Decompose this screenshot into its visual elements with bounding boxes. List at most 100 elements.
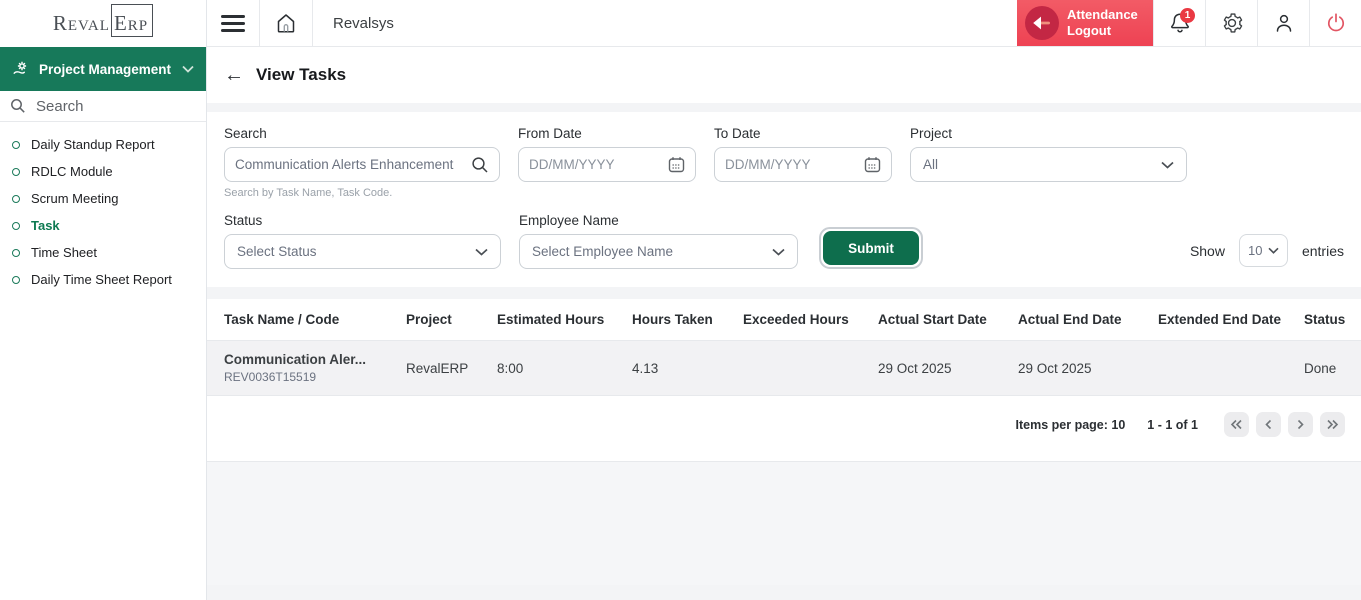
cell-project: RevalERP	[406, 361, 497, 376]
submit-button-ring: Submit	[819, 227, 923, 269]
menu-toggle-button[interactable]	[207, 0, 260, 46]
col-exceeded-hours: Exceeded Hours	[743, 312, 878, 327]
col-task-name-code: Task Name / Code	[224, 312, 406, 327]
sidebar-item-label: Scrum Meeting	[31, 191, 118, 206]
pagination-range: 1 - 1 of 1	[1147, 418, 1198, 432]
calendar-icon[interactable]	[864, 156, 881, 173]
first-page-button[interactable]	[1224, 412, 1249, 437]
entries-label: entries	[1302, 243, 1344, 259]
page-size-select[interactable]: 10	[1239, 234, 1288, 267]
prev-page-button[interactable]	[1256, 412, 1281, 437]
from-date-input[interactable]	[529, 157, 662, 172]
bullet-icon	[12, 168, 20, 176]
calendar-icon[interactable]	[668, 156, 685, 173]
col-hours-taken: Hours Taken	[632, 312, 743, 327]
logo-suffix: Erp	[111, 4, 153, 37]
sidebar-item-scrum-meeting[interactable]: Scrum Meeting	[0, 185, 206, 212]
sidebar-item-rdlc-module[interactable]: RDLC Module	[0, 158, 206, 185]
notifications-button[interactable]: 1	[1153, 0, 1205, 46]
items-per-page-label: Items per page: 10	[1016, 418, 1126, 432]
status-placeholder: Select Status	[237, 244, 317, 259]
cell-actual-end-date: 29 Oct 2025	[1018, 361, 1158, 376]
next-page-button[interactable]	[1288, 412, 1313, 437]
power-icon	[1325, 12, 1347, 34]
page-size-value: 10	[1248, 243, 1262, 258]
chevron-down-icon	[772, 248, 785, 256]
sidebar-item-label: Daily Standup Report	[31, 137, 155, 152]
bullet-icon	[12, 195, 20, 203]
sidebar-item-label: RDLC Module	[31, 164, 113, 179]
page-header: ← View Tasks	[207, 47, 1361, 103]
sidebar-item-task[interactable]: Task	[0, 212, 206, 239]
search-input-wrap	[224, 147, 500, 182]
from-date-wrap	[518, 147, 696, 182]
chevron-down-icon	[475, 248, 488, 256]
col-status: Status	[1304, 312, 1345, 327]
back-button[interactable]: ←	[224, 64, 244, 87]
project-selected-value: All	[923, 157, 938, 172]
brand-name: Revalsys	[313, 0, 1017, 46]
to-date-input[interactable]	[725, 157, 858, 172]
show-entries-group: Show 10 entries	[1190, 234, 1344, 269]
search-icon[interactable]	[471, 156, 489, 174]
attendance-line2: Logout	[1067, 23, 1111, 38]
search-hint: Search by Task Name, Task Code.	[224, 187, 500, 199]
sidebar-search[interactable]	[0, 91, 206, 122]
sidebar-item-label: Task	[31, 218, 60, 233]
page-background	[207, 462, 1361, 585]
sidebar-item-label: Time Sheet	[31, 245, 97, 260]
col-extended-end-date: Extended End Date	[1158, 312, 1304, 327]
gear-icon	[1221, 12, 1243, 34]
logo-prefix: Reval	[53, 11, 110, 35]
last-page-button[interactable]	[1320, 412, 1345, 437]
to-date-wrap	[714, 147, 892, 182]
profile-button[interactable]	[1257, 0, 1309, 46]
sidebar-search-input[interactable]	[36, 98, 176, 115]
sidebar: RevalErp Project Management Daily Standu…	[0, 0, 207, 600]
module-label: Project Management	[39, 62, 173, 77]
attendance-logout-label: Attendance Logout	[1067, 7, 1138, 40]
search-input[interactable]	[235, 157, 465, 172]
project-management-icon	[12, 60, 30, 78]
home-icon	[275, 12, 297, 34]
app-logo[interactable]: RevalErp	[0, 0, 206, 47]
project-select[interactable]: All	[910, 147, 1187, 182]
cell-status: Done	[1304, 361, 1345, 376]
home-button[interactable]	[260, 0, 313, 46]
submit-button[interactable]: Submit	[823, 231, 919, 265]
project-filter: Project All	[910, 126, 1187, 199]
cell-estimated-hours: 8:00	[497, 361, 632, 376]
main-content: Revalsys Attendance Logout 1	[207, 0, 1361, 600]
table-header-row: Task Name / Code Project Estimated Hours…	[207, 299, 1361, 341]
employee-placeholder: Select Employee Name	[532, 244, 673, 259]
pagination: Items per page: 10 1 - 1 of 1	[207, 396, 1361, 461]
divider	[207, 287, 1361, 299]
chevron-down-icon	[1161, 161, 1174, 169]
employee-select[interactable]: Select Employee Name	[519, 234, 798, 269]
module-switcher[interactable]: Project Management	[0, 47, 206, 91]
hamburger-icon	[221, 11, 245, 36]
attendance-logout-button[interactable]: Attendance Logout	[1017, 0, 1153, 46]
sidebar-item-daily-standup-report[interactable]: Daily Standup Report	[0, 131, 206, 158]
chevron-down-icon	[1268, 247, 1279, 254]
to-date-label: To Date	[714, 126, 892, 141]
from-date-filter: From Date	[518, 126, 696, 199]
bullet-icon	[12, 222, 20, 230]
user-icon	[1273, 12, 1295, 34]
attendance-logout-icon	[1025, 6, 1059, 40]
col-estimated-hours: Estimated Hours	[497, 312, 632, 327]
chevron-down-icon	[182, 65, 194, 73]
page-title: View Tasks	[256, 65, 346, 85]
sidebar-item-time-sheet[interactable]: Time Sheet	[0, 239, 206, 266]
table-row[interactable]: Communication Aler... REV0036T15519 Reva…	[207, 341, 1361, 396]
sidebar-item-daily-time-sheet-report[interactable]: Daily Time Sheet Report	[0, 266, 206, 293]
bullet-icon	[12, 276, 20, 284]
col-actual-end-date: Actual End Date	[1018, 312, 1158, 327]
logout-button[interactable]	[1309, 0, 1361, 46]
task-name[interactable]: Communication Aler...	[224, 352, 406, 367]
settings-button[interactable]	[1205, 0, 1257, 46]
cell-task-name-code: Communication Aler... REV0036T15519	[224, 352, 406, 384]
app-logo-text: RevalErp	[53, 11, 153, 36]
topbar: Revalsys Attendance Logout 1	[207, 0, 1361, 47]
status-select[interactable]: Select Status	[224, 234, 501, 269]
